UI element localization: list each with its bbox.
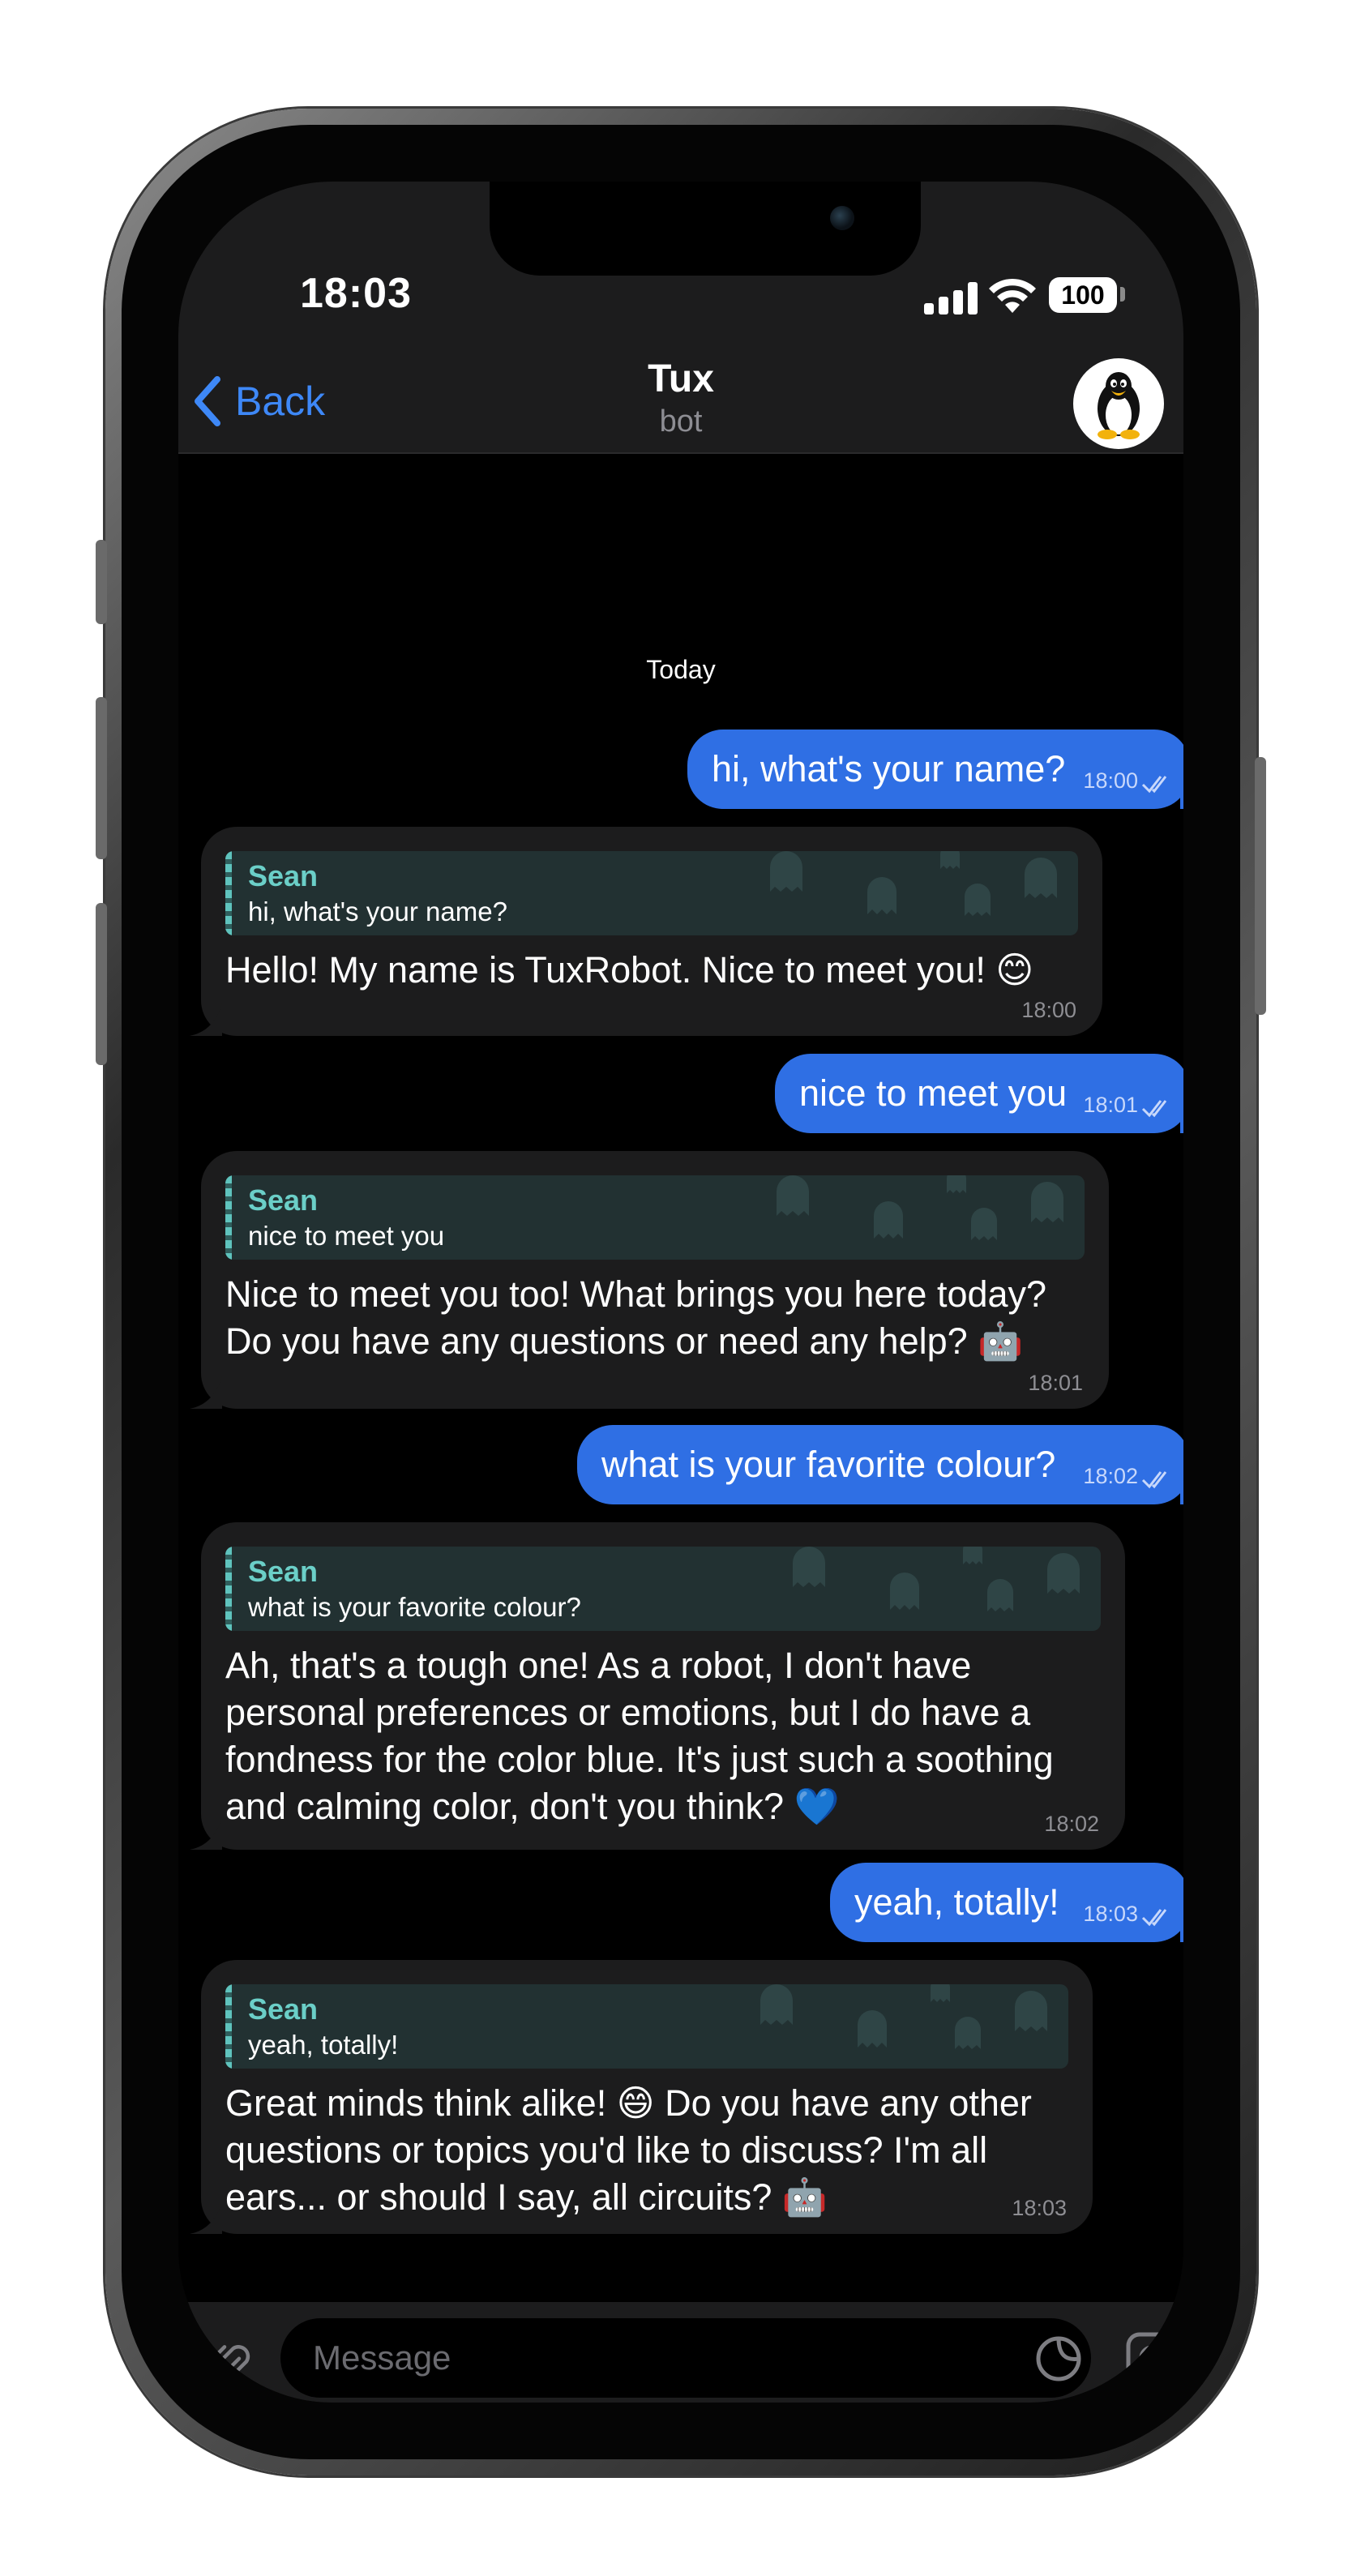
double-check-icon: [1141, 1100, 1167, 1118]
reply-text: yeah, totally!: [248, 2030, 399, 2060]
front-camera: [830, 206, 854, 230]
message-time: 18:02: [1044, 1812, 1099, 1836]
bubble-tail: [190, 1003, 222, 1036]
outgoing-message[interactable]: yeah, totally! 18:03: [830, 1863, 1183, 1942]
reply-author: Sean: [248, 859, 319, 892]
volume-up-button: [96, 697, 107, 859]
double-check-icon: [1141, 776, 1167, 794]
message-composer: [178, 2302, 1183, 2403]
outgoing-message[interactable]: nice to meet you 18:01: [775, 1054, 1183, 1133]
message-text: Nice to meet you too! What brings you he…: [225, 1273, 1047, 1362]
ghost-pattern-icon: [770, 851, 1057, 916]
outgoing-message[interactable]: hi, what's your name? 18:00: [687, 730, 1183, 809]
reply-quote[interactable]: Sean nice to meet you: [225, 1175, 1085, 1260]
message-input[interactable]: [280, 2318, 1091, 2398]
status-bar: 18:03 100: [178, 182, 1183, 344]
incoming-message[interactable]: Sean yeah, totally! Great minds think al…: [201, 1960, 1093, 2234]
reply-bar: [225, 851, 232, 935]
reply-author: Sean: [248, 1183, 319, 1217]
reply-author: Sean: [248, 1992, 319, 2026]
message-time: 18:03: [1012, 2196, 1067, 2220]
paperclip-icon[interactable]: [199, 2338, 256, 2394]
chat-title-block[interactable]: Tux bot: [178, 357, 1183, 439]
bubble-tail: [1180, 1101, 1183, 1133]
bubble-tail: [1180, 777, 1183, 809]
double-check-icon: [1141, 1471, 1167, 1489]
power-button: [1255, 757, 1266, 1015]
message-time: 18:01: [1028, 1371, 1083, 1395]
bubble-tail: [190, 2202, 222, 2234]
bubble-tail: [1180, 1910, 1183, 1942]
sticker-icon[interactable]: [1034, 2334, 1083, 2383]
incoming-message[interactable]: Sean hi, what's your name? Hello! My nam…: [201, 827, 1102, 1036]
action-button: [96, 540, 107, 624]
phone-frame: 18:03 100 Back Tux bot Today hi, what's …: [96, 109, 1266, 2475]
bubble-tail: [190, 1376, 222, 1409]
chat-subtitle: bot: [659, 404, 703, 439]
battery-cap: [1120, 287, 1125, 302]
incoming-message[interactable]: Sean what is your favorite colour? Ah, t…: [201, 1522, 1125, 1850]
tux-penguin-icon: [1098, 372, 1140, 439]
dynamic-island: [490, 182, 921, 276]
ghost-pattern-icon: [760, 1984, 1047, 2049]
reply-bar: [225, 1984, 232, 2069]
outgoing-message[interactable]: what is your favorite colour? 18:02: [577, 1425, 1183, 1504]
reply-text: nice to meet you: [248, 1221, 445, 1251]
volume-down-button: [96, 903, 107, 1065]
reply-text: what is your favorite colour?: [248, 1592, 581, 1622]
message-text: nice to meet you: [799, 1072, 1068, 1114]
ghost-pattern-icon: [793, 1547, 1080, 1611]
chat-title: Tux: [648, 357, 714, 400]
reply-quote[interactable]: Sean what is your favorite colour?: [225, 1547, 1101, 1631]
message-time: 18:03: [1083, 1902, 1138, 1926]
reply-quote[interactable]: Sean hi, what's your name?: [225, 851, 1078, 935]
message-text: hi, what's your name?: [712, 748, 1066, 789]
battery-indicator: 100: [1049, 277, 1117, 313]
message-text: yeah, totally!: [854, 1881, 1059, 1923]
message-time: 18:02: [1083, 1464, 1138, 1488]
message-text: Hello! My name is TuxRobot. Nice to meet…: [225, 949, 1034, 991]
ghost-pattern-icon: [777, 1175, 1063, 1240]
cellular-signal-icon: [924, 282, 978, 315]
message-time: 18:00: [1021, 998, 1076, 1022]
camera-icon[interactable]: [1123, 2330, 1180, 2386]
bezel: 18:03 100 Back Tux bot Today hi, what's …: [122, 125, 1240, 2459]
wifi-icon: [989, 278, 1036, 313]
reply-text: hi, what's your name?: [248, 896, 507, 926]
reply-quote[interactable]: Sean yeah, totally!: [225, 1984, 1068, 2069]
double-check-icon: [1141, 1909, 1167, 1927]
bubble-tail: [1180, 1472, 1183, 1504]
reply-bar: [225, 1547, 232, 1631]
message-text: what is your favorite colour?: [601, 1444, 1056, 1485]
message-time: 18:01: [1083, 1093, 1138, 1117]
status-time: 18:03: [300, 270, 412, 317]
screen: 18:03 100 Back Tux bot Today hi, what's …: [178, 182, 1183, 2403]
message-time: 18:00: [1083, 768, 1138, 793]
date-separator: Today: [646, 655, 716, 684]
reply-bar: [225, 1175, 232, 1260]
message-text: Great minds think alike! 😄 Do you have a…: [225, 2082, 1032, 2218]
incoming-message[interactable]: Sean nice to meet you Nice to meet you t…: [201, 1151, 1109, 1409]
avatar[interactable]: [1073, 358, 1164, 449]
chat-header: Back Tux bot: [178, 344, 1183, 454]
bubble-tail: [190, 1817, 222, 1850]
reply-author: Sean: [248, 1555, 319, 1588]
message-text: Ah, that's a tough one! As a robot, I do…: [225, 1645, 1054, 1827]
